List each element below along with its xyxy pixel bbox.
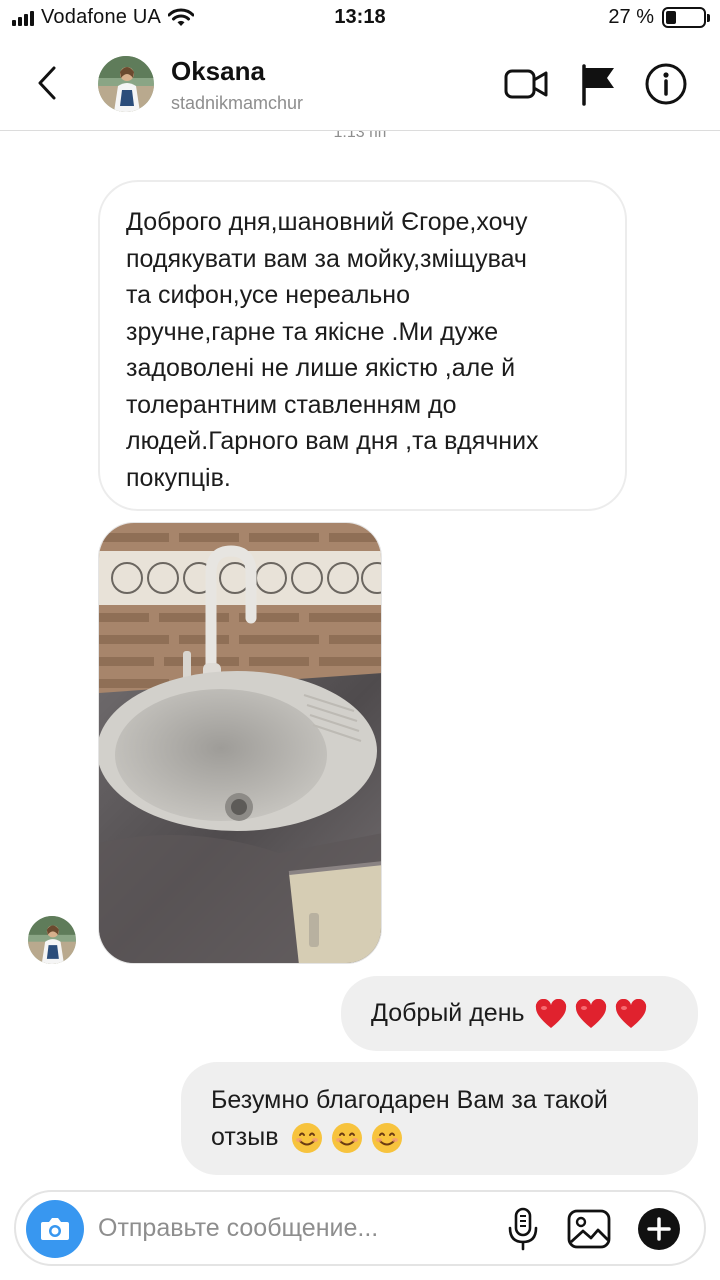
info-icon[interactable] [642,60,690,108]
battery-percent: 27 % [608,6,654,28]
camera-icon [41,1218,69,1240]
chat-header: Oksana stadnikmamchur [0,38,720,131]
video-call-icon[interactable] [502,60,550,108]
contact-username[interactable]: stadnikmamchur [171,93,303,114]
sender-avatar[interactable] [28,916,76,964]
incoming-message-bubble[interactable]: Доброго дня,шановний Єгоре,хочу подякува… [98,180,627,511]
outgoing-message-text-line2: отзыв [211,1123,279,1151]
incoming-photo-sink[interactable] [98,522,382,964]
flag-icon[interactable] [574,60,622,108]
smiling-face-icon [292,1123,323,1154]
avatar[interactable] [98,56,154,112]
outgoing-message-text: Добрый день [371,999,525,1027]
message-composer [14,1190,706,1266]
status-bar: Vodafone UA 13:18 27 % [0,0,720,38]
back-icon[interactable] [28,60,68,106]
contact-name[interactable]: Oksana [171,56,265,87]
outgoing-message-bubble[interactable]: Безумно благодарен Вам за такой отзыв [181,1062,698,1175]
outgoing-message-bubble[interactable]: Добрый день [341,976,698,1051]
outgoing-message-text: Безумно благодарен Вам за такой [211,1086,608,1114]
smiling-face-icon [332,1123,363,1154]
red-heart-icon [535,998,566,1028]
battery-icon [662,7,710,28]
microphone-icon[interactable] [506,1206,540,1252]
smiling-face-icon [372,1123,403,1154]
message-input[interactable] [98,1206,478,1250]
red-heart-icon [615,998,646,1028]
red-heart-icon [575,998,606,1028]
add-icon[interactable] [636,1206,682,1252]
gallery-icon[interactable] [566,1206,612,1252]
incoming-message-text: Доброго дня,шановний Єгоре,хочу подякува… [126,208,539,492]
camera-button[interactable] [26,1200,84,1258]
